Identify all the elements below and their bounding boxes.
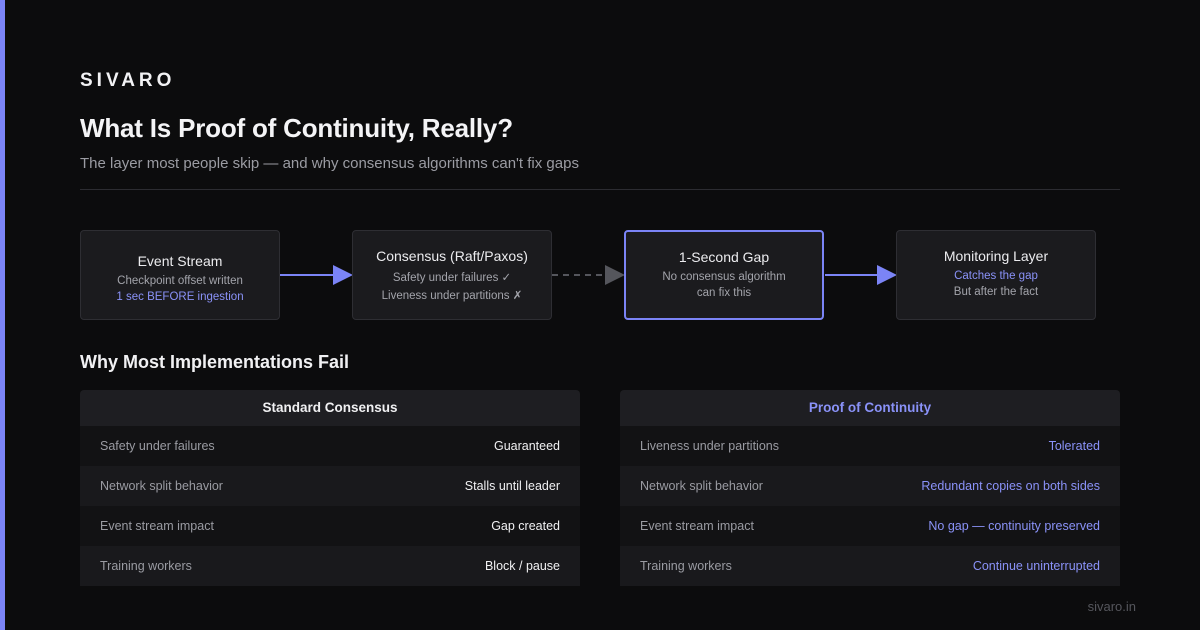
row-value: Block / pause [484,559,560,573]
row-value: Gap created [491,519,560,533]
flow-box-title: 1-Second Gap [678,249,770,265]
table-row: Training workers Block / pause [80,546,580,586]
flow-box-gap: 1-Second Gap No consensus algorithm can … [624,230,824,320]
row-value: Stalls until leader [464,479,560,493]
flow-box-consensus: Consensus (Raft/Paxos) Safety under fail… [352,230,552,320]
row-value: Tolerated [1048,439,1100,453]
flow-box-title: Event Stream [137,253,223,269]
table-row: Network split behavior Stalls until lead… [80,466,580,506]
accent-bar [0,0,5,630]
page-title: What Is Proof of Continuity, Really? [80,113,513,143]
proof-of-continuity-table: Proof of Continuity Liveness under parti… [620,390,1120,586]
footer-url[interactable]: sivaro.in [1088,599,1136,614]
row-value: No gap — continuity preserved [928,519,1100,533]
row-key: Network split behavior [640,479,763,493]
flow-box-line: Catches the gap [954,270,1038,282]
row-key: Network split behavior [100,479,223,493]
row-key: Liveness under partitions [640,439,779,453]
row-value: Continue uninterrupted [972,559,1100,573]
flow-box-line: Safety under failures ✓ [392,272,512,284]
row-key: Event stream impact [640,519,754,533]
flow-box-line: 1 sec BEFORE ingestion [116,291,244,303]
row-value: Redundant copies on both sides [921,479,1100,493]
row-key: Training workers [640,559,732,573]
flow-box-line: can fix this [696,287,752,299]
table-row: Liveness under partitions Tolerated [620,426,1120,466]
brand-logo: SIVARO [80,70,176,91]
flow-box-line: Liveness under partitions ✗ [381,290,523,302]
flow-box-line: Checkpoint offset written [117,275,243,287]
flow-box-monitoring: Monitoring Layer Catches the gap But aft… [896,230,1096,320]
row-value: Guaranteed [493,439,560,453]
row-key: Event stream impact [100,519,214,533]
row-key: Training workers [100,559,192,573]
divider [80,189,1120,190]
flow-box-title: Consensus (Raft/Paxos) [376,248,528,264]
table-header: Standard Consensus [80,390,580,426]
flow-box-title: Monitoring Layer [943,248,1049,264]
table-row: Event stream impact No gap — continuity … [620,506,1120,546]
page-subtitle: The layer most people skip — and why con… [80,155,579,172]
flow-box-line: No consensus algorithm [662,271,786,283]
table-row: Training workers Continue uninterrupted [620,546,1120,586]
section-title: Why Most Implementations Fail [80,352,350,372]
table-row: Safety under failures Guaranteed [80,426,580,466]
table-row: Event stream impact Gap created [80,506,580,546]
row-key: Safety under failures [100,439,215,453]
standard-consensus-table: Standard Consensus Safety under failures… [80,390,580,586]
flow-box-line: But after the fact [953,286,1039,298]
flow-box-event-stream: Event Stream Checkpoint offset written 1… [80,230,280,320]
table-row: Network split behavior Redundant copies … [620,466,1120,506]
table-header: Proof of Continuity [620,390,1120,426]
